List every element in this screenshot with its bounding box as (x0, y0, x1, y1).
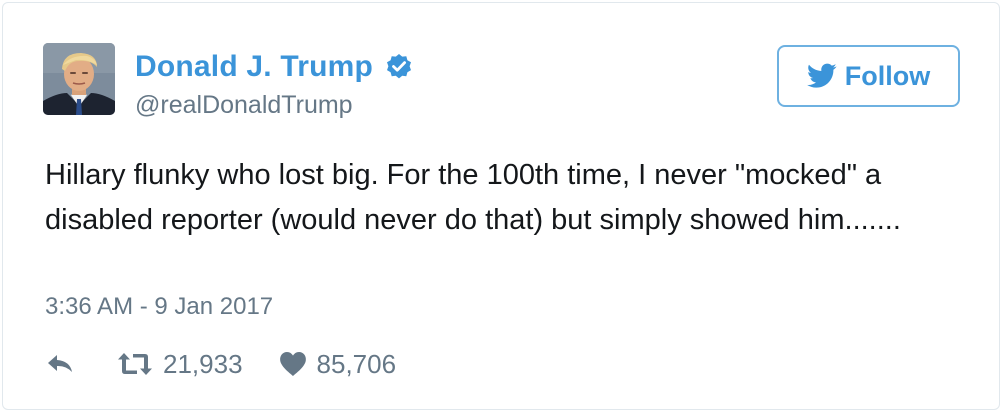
reply-button[interactable] (45, 352, 85, 376)
author-name-row: Donald J. Trump (135, 47, 413, 87)
heart-icon (279, 352, 306, 376)
retweet-count: 21,933 (163, 348, 243, 379)
verified-badge-icon (385, 53, 413, 81)
profile-photo-icon (43, 43, 115, 115)
avatar[interactable] (43, 43, 115, 115)
like-count: 85,706 (316, 348, 397, 379)
retweet-button[interactable]: 21,933 (117, 349, 243, 380)
follow-button-label: Follow (844, 60, 931, 91)
tweet-actions: 21,933 85,706 (45, 346, 396, 382)
embedded-tweet-card: Donald J. Trump @realDonaldTrump Follow … (2, 2, 1000, 410)
retweet-icon (118, 353, 152, 375)
tweet-text: Hillary flunky who lost big. For the 100… (45, 159, 901, 236)
tweet-timestamp[interactable]: 3:36 AM - 9 Jan 2017 (45, 293, 273, 321)
author-handle[interactable]: @realDonaldTrump (135, 91, 353, 120)
twitter-bird-icon (806, 63, 837, 89)
author-display-name[interactable]: Donald J. Trump (135, 50, 373, 84)
like-button[interactable]: 85,706 (279, 348, 397, 380)
reply-icon (48, 355, 72, 372)
follow-button[interactable]: Follow (777, 45, 960, 107)
